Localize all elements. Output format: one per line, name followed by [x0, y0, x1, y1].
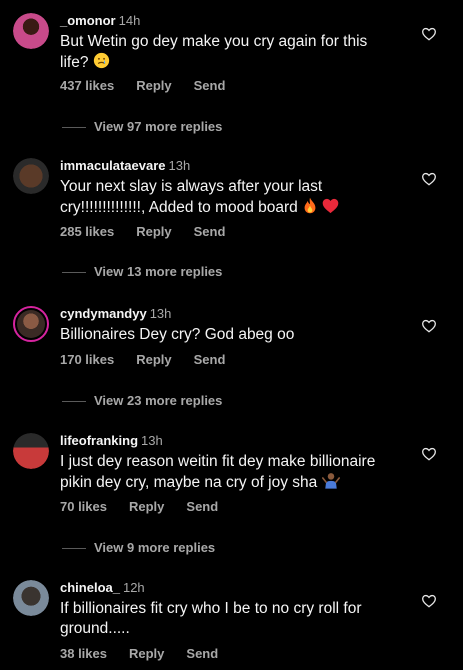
heart-icon[interactable]: [421, 593, 437, 609]
likes-count[interactable]: 170 likes: [60, 352, 114, 367]
heart-icon[interactable]: [421, 446, 437, 462]
username[interactable]: chineloa_: [60, 580, 120, 595]
username[interactable]: lifeofranking: [60, 433, 138, 448]
view-replies-label: View 13 more replies: [94, 264, 223, 279]
avatar-image: [13, 580, 49, 616]
username[interactable]: cyndymandyy: [60, 306, 147, 321]
red-heart-icon: [323, 198, 339, 214]
comment-actions: 70 likes Reply Send: [60, 499, 240, 514]
comment-header: immaculataevare 13h: [60, 158, 190, 174]
avatar-image: [17, 310, 45, 338]
comment-header: lifeofranking 13h: [60, 433, 163, 449]
divider-line: [62, 401, 86, 403]
avatar[interactable]: [13, 306, 49, 342]
heart-icon[interactable]: [421, 318, 437, 334]
send-button[interactable]: Send: [194, 78, 226, 93]
username[interactable]: _omonor: [60, 13, 116, 28]
comment-text: I just dey reason weitin fit dey make bi…: [60, 452, 400, 493]
comment-header: cyndymandyy 13h: [60, 306, 171, 322]
comment-actions: 437 likes Reply Send: [60, 78, 247, 93]
likes-count[interactable]: 38 likes: [60, 646, 107, 661]
timestamp: 13h: [168, 158, 191, 173]
send-button[interactable]: Send: [186, 499, 218, 514]
view-replies-button[interactable]: View 97 more replies: [62, 119, 222, 134]
avatar-image: [13, 433, 49, 469]
heart-icon[interactable]: [421, 171, 437, 187]
divider-line: [62, 127, 86, 129]
comment-text: But Wetin go dey make you cry again for …: [60, 32, 400, 73]
view-replies-label: View 97 more replies: [94, 119, 223, 134]
view-replies-label: View 9 more replies: [94, 540, 216, 555]
likes-count[interactable]: 285 likes: [60, 224, 114, 239]
send-button[interactable]: Send: [194, 352, 226, 367]
timestamp: 13h: [149, 306, 172, 321]
avatar[interactable]: [13, 158, 49, 194]
view-replies-label: View 23 more replies: [94, 393, 223, 408]
crying-face-icon: [93, 52, 109, 69]
comment-text: If billionaires fit cry who I be to no c…: [60, 599, 400, 639]
view-replies-button[interactable]: View 13 more replies: [62, 264, 222, 279]
timestamp: 13h: [141, 433, 163, 448]
divider-line: [62, 272, 86, 274]
reply-button[interactable]: Reply: [129, 646, 164, 661]
likes-count[interactable]: 70 likes: [60, 499, 107, 514]
send-button[interactable]: Send: [194, 224, 226, 239]
view-replies-button[interactable]: View 9 more replies: [62, 540, 215, 555]
comment-text: Billionaires Dey cry? God abeg oo: [60, 325, 400, 345]
comment-header: chineloa_ 12h: [60, 580, 145, 596]
comment-body: If billionaires fit cry who I be to no c…: [60, 600, 362, 637]
timestamp: 14h: [118, 13, 141, 28]
avatar[interactable]: [13, 580, 49, 616]
avatar[interactable]: [13, 13, 49, 49]
reply-button[interactable]: Reply: [136, 224, 171, 239]
comments-list: _omonor 14h But Wetin go dey make you cry…: [0, 0, 463, 670]
divider-line: [62, 548, 86, 550]
reply-button[interactable]: Reply: [129, 499, 164, 514]
avatar[interactable]: [13, 433, 49, 469]
send-button[interactable]: Send: [186, 646, 218, 661]
heart-icon[interactable]: [421, 26, 437, 42]
reply-button[interactable]: Reply: [136, 78, 171, 93]
avatar-image: [13, 158, 49, 194]
comment-body: Billionaires Dey cry? God abeg oo: [60, 326, 295, 343]
comment-body: Your next slay is always after your last…: [60, 178, 323, 216]
person-shrugging-icon: [321, 473, 340, 489]
fire-icon: [304, 197, 316, 214]
comment-actions: 285 likes Reply Send: [60, 224, 247, 239]
comment-actions: 38 likes Reply Send: [60, 646, 240, 661]
likes-count[interactable]: 437 likes: [60, 78, 114, 93]
comment-text: Your next slay is always after your last…: [60, 177, 400, 218]
comment-actions: 170 likes Reply Send: [60, 352, 247, 367]
reply-button[interactable]: Reply: [136, 352, 171, 367]
comment-header: _omonor 14h: [60, 13, 140, 29]
timestamp: 12h: [122, 580, 145, 595]
view-replies-button[interactable]: View 23 more replies: [62, 393, 222, 408]
username[interactable]: immaculataevare: [60, 158, 166, 173]
avatar-image: [13, 13, 49, 49]
